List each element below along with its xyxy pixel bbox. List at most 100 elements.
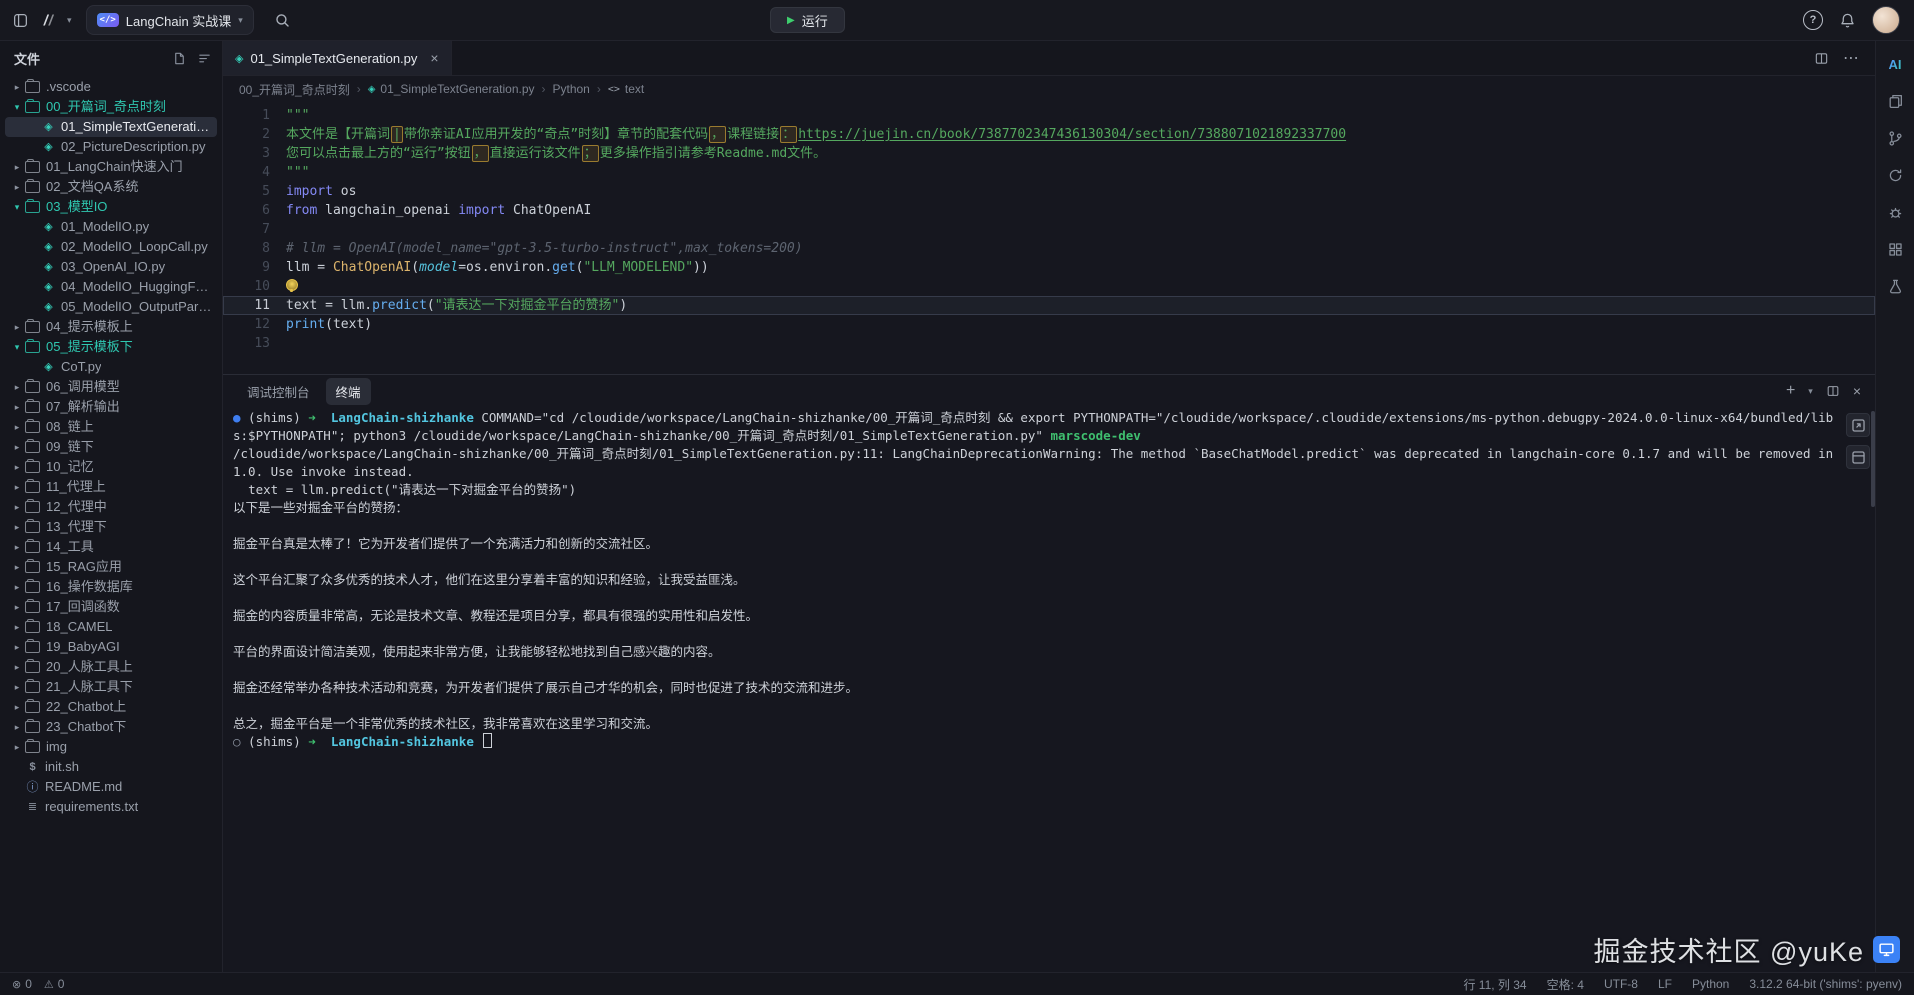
code-line[interactable]: 11text = llm.predict("请表达一下对掘金平台的赞扬") xyxy=(223,296,1875,315)
new-file-icon[interactable] xyxy=(172,51,187,66)
tree-file[interactable]: ⓘREADME.md xyxy=(5,777,217,797)
tree-folder[interactable]: ▸10_记忆 xyxy=(5,457,217,477)
tree-folder[interactable]: ▸08_链上 xyxy=(5,417,217,437)
tab-close-icon[interactable]: × xyxy=(430,50,438,66)
tree-file[interactable]: ◈CoT.py xyxy=(5,357,217,377)
tree-folder[interactable]: ▸.vscode xyxy=(5,77,217,97)
code-line[interactable]: 6from langchain_openai import ChatOpenAI xyxy=(223,201,1875,220)
terminal-output[interactable]: ● (shims) ➜ LangChain-shizhanke COMMAND=… xyxy=(223,407,1875,972)
split-editor-icon[interactable] xyxy=(1814,51,1829,66)
new-terminal-icon[interactable]: + xyxy=(1786,382,1795,400)
line-number: 7 xyxy=(223,220,286,239)
status-eol[interactable]: LF xyxy=(1658,977,1672,991)
status-encoding[interactable]: UTF-8 xyxy=(1604,977,1638,991)
notifications-bell-icon[interactable] xyxy=(1839,12,1856,29)
collapse-folders-icon[interactable] xyxy=(197,51,212,66)
errors-indicator[interactable]: ⊗0 xyxy=(12,977,32,991)
breadcrumb-item[interactable]: <>text xyxy=(608,82,644,96)
close-panel-icon[interactable]: × xyxy=(1853,383,1861,399)
more-actions-icon[interactable]: ⋯ xyxy=(1843,48,1859,68)
tree-folder[interactable]: ▸09_链下 xyxy=(5,437,217,457)
code-line[interactable]: 10 xyxy=(223,277,1875,296)
tree-file[interactable]: $init.sh xyxy=(5,757,217,777)
git-branch-icon[interactable] xyxy=(1884,127,1906,149)
tree-folder[interactable]: ▸15_RAG应用 xyxy=(5,557,217,577)
code-line[interactable]: 1""" xyxy=(223,106,1875,125)
panel-tab-terminal[interactable]: 终端 xyxy=(326,378,371,405)
tree-file[interactable]: ◈04_ModelIO_HuggingFace.py xyxy=(5,277,217,297)
maximize-panel-icon[interactable] xyxy=(1846,445,1870,469)
tree-folder[interactable]: ▸16_操作数据库 xyxy=(5,577,217,597)
split-terminal-icon[interactable] xyxy=(1826,384,1840,398)
tree-folder[interactable]: ▸22_Chatbot上 xyxy=(5,697,217,717)
help-icon[interactable]: ? xyxy=(1803,10,1823,30)
search-icon[interactable] xyxy=(274,12,291,29)
code-line[interactable]: 4""" xyxy=(223,163,1875,182)
tree-folder[interactable]: ▸07_解析输出 xyxy=(5,397,217,417)
toggle-sidebar-icon[interactable] xyxy=(12,12,29,29)
tree-folder[interactable]: ▸13_代理下 xyxy=(5,517,217,537)
tree-file[interactable]: ◈03_OpenAI_IO.py xyxy=(5,257,217,277)
extensions-grid-icon[interactable] xyxy=(1884,238,1906,260)
tree-folder[interactable]: ▾05_提示模板下 xyxy=(5,337,217,357)
code-line[interactable]: 9llm = ChatOpenAI(model=os.environ.get("… xyxy=(223,258,1875,277)
code-line[interactable]: 13 xyxy=(223,334,1875,353)
sync-icon[interactable] xyxy=(1884,164,1906,186)
run-button[interactable]: ▶ 运行 xyxy=(770,7,845,33)
user-avatar[interactable] xyxy=(1872,6,1900,34)
tree-folder[interactable]: ▸02_文档QA系统 xyxy=(5,177,217,197)
debug-icon[interactable] xyxy=(1884,201,1906,223)
tree-folder[interactable]: ▸11_代理上 xyxy=(5,477,217,497)
tree-folder[interactable]: ▸21_人脉工具下 xyxy=(5,677,217,697)
tree-folder[interactable]: ▸19_BabyAGI xyxy=(5,637,217,657)
lightbulb-icon[interactable] xyxy=(286,279,298,291)
breadcrumb-item[interactable]: Python xyxy=(553,82,590,96)
files-copy-icon[interactable] xyxy=(1884,90,1906,112)
panel-tab-debug-console[interactable]: 调试控制台 xyxy=(237,378,320,405)
code-line[interactable]: 2本文件是【开篇词|带你亲证AI应用开发的“奇点”时刻】章节的配套代码，课程链接… xyxy=(223,125,1875,144)
tree-folder[interactable]: ▸18_CAMEL xyxy=(5,617,217,637)
python-file-icon: ◈ xyxy=(41,137,56,157)
tree-folder[interactable]: ▸17_回调函数 xyxy=(5,597,217,617)
tree-file[interactable]: ≣requirements.txt xyxy=(5,797,217,817)
file-tree[interactable]: ▸.vscode▾00_开篇词_奇点时刻◈01_SimpleTextGenera… xyxy=(0,75,222,972)
tree-folder[interactable]: ▾03_模型IO xyxy=(5,197,217,217)
tree-folder[interactable]: ▸04_提示模板上 xyxy=(5,317,217,337)
tree-folder[interactable]: ▾00_开篇词_奇点时刻 xyxy=(5,97,217,117)
code-line[interactable]: 7 xyxy=(223,220,1875,239)
logo-chevron-icon[interactable]: ▾ xyxy=(67,15,72,26)
terminal-dropdown-icon[interactable]: ▾ xyxy=(1808,386,1813,397)
editor-tab-active[interactable]: ◈ 01_SimpleTextGeneration.py × xyxy=(223,41,452,75)
tree-folder[interactable]: ▸12_代理中 xyxy=(5,497,217,517)
terminal-scrollbar[interactable] xyxy=(1871,411,1875,507)
code-line[interactable]: 12print(text) xyxy=(223,315,1875,334)
tree-folder[interactable]: ▸23_Chatbot下 xyxy=(5,717,217,737)
code-line[interactable]: 3您可以点击最上方的“运行”按钮，直接运行该文件；更多操作指引请参考Readme… xyxy=(223,144,1875,163)
status-language-mode[interactable]: Python xyxy=(1692,977,1729,991)
explorer-actions xyxy=(172,51,212,66)
tree-file[interactable]: ◈02_ModelIO_LoopCall.py xyxy=(5,237,217,257)
tree-folder[interactable]: ▸14_工具 xyxy=(5,537,217,557)
code-line[interactable]: 5import os xyxy=(223,182,1875,201)
tree-file[interactable]: ◈02_PictureDescription.py xyxy=(5,137,217,157)
tree-file[interactable]: ◈01_ModelIO.py xyxy=(5,217,217,237)
beaker-icon[interactable] xyxy=(1884,275,1906,297)
status-indentation[interactable]: 空格: 4 xyxy=(1547,976,1584,993)
warnings-indicator[interactable]: ⚠0 xyxy=(44,977,65,991)
ai-assistant-icon[interactable]: AI xyxy=(1884,53,1906,75)
project-switcher[interactable]: </> LangChain 实战课 ▾ xyxy=(86,5,254,35)
tree-file[interactable]: ◈05_ModelIO_OutputParser.py xyxy=(5,297,217,317)
code-line[interactable]: 8# llm = OpenAI(model_name="gpt-3.5-turb… xyxy=(223,239,1875,258)
breadcrumb-item[interactable]: 00_开篇词_奇点时刻 xyxy=(239,81,350,98)
breadcrumb-item[interactable]: ◈01_SimpleTextGeneration.py xyxy=(368,82,535,96)
status-cursor-position[interactable]: 行 11, 列 34 xyxy=(1463,976,1526,993)
code-editor[interactable]: 1"""2本文件是【开篇词|带你亲证AI应用开发的“奇点”时刻】章节的配套代码，… xyxy=(223,102,1875,374)
tree-folder[interactable]: ▸20_人脉工具上 xyxy=(5,657,217,677)
marscode-logo-icon[interactable] xyxy=(39,12,57,28)
status-python-interpreter[interactable]: 3.12.2 64-bit ('shims': pyenv) xyxy=(1749,977,1902,991)
tree-file[interactable]: ◈01_SimpleTextGeneration.py xyxy=(5,117,217,137)
tree-folder[interactable]: ▸01_LangChain快速入门 xyxy=(5,157,217,177)
tree-folder[interactable]: ▸img xyxy=(5,737,217,757)
open-editors-icon[interactable] xyxy=(1846,413,1870,437)
tree-folder[interactable]: ▸06_调用模型 xyxy=(5,377,217,397)
